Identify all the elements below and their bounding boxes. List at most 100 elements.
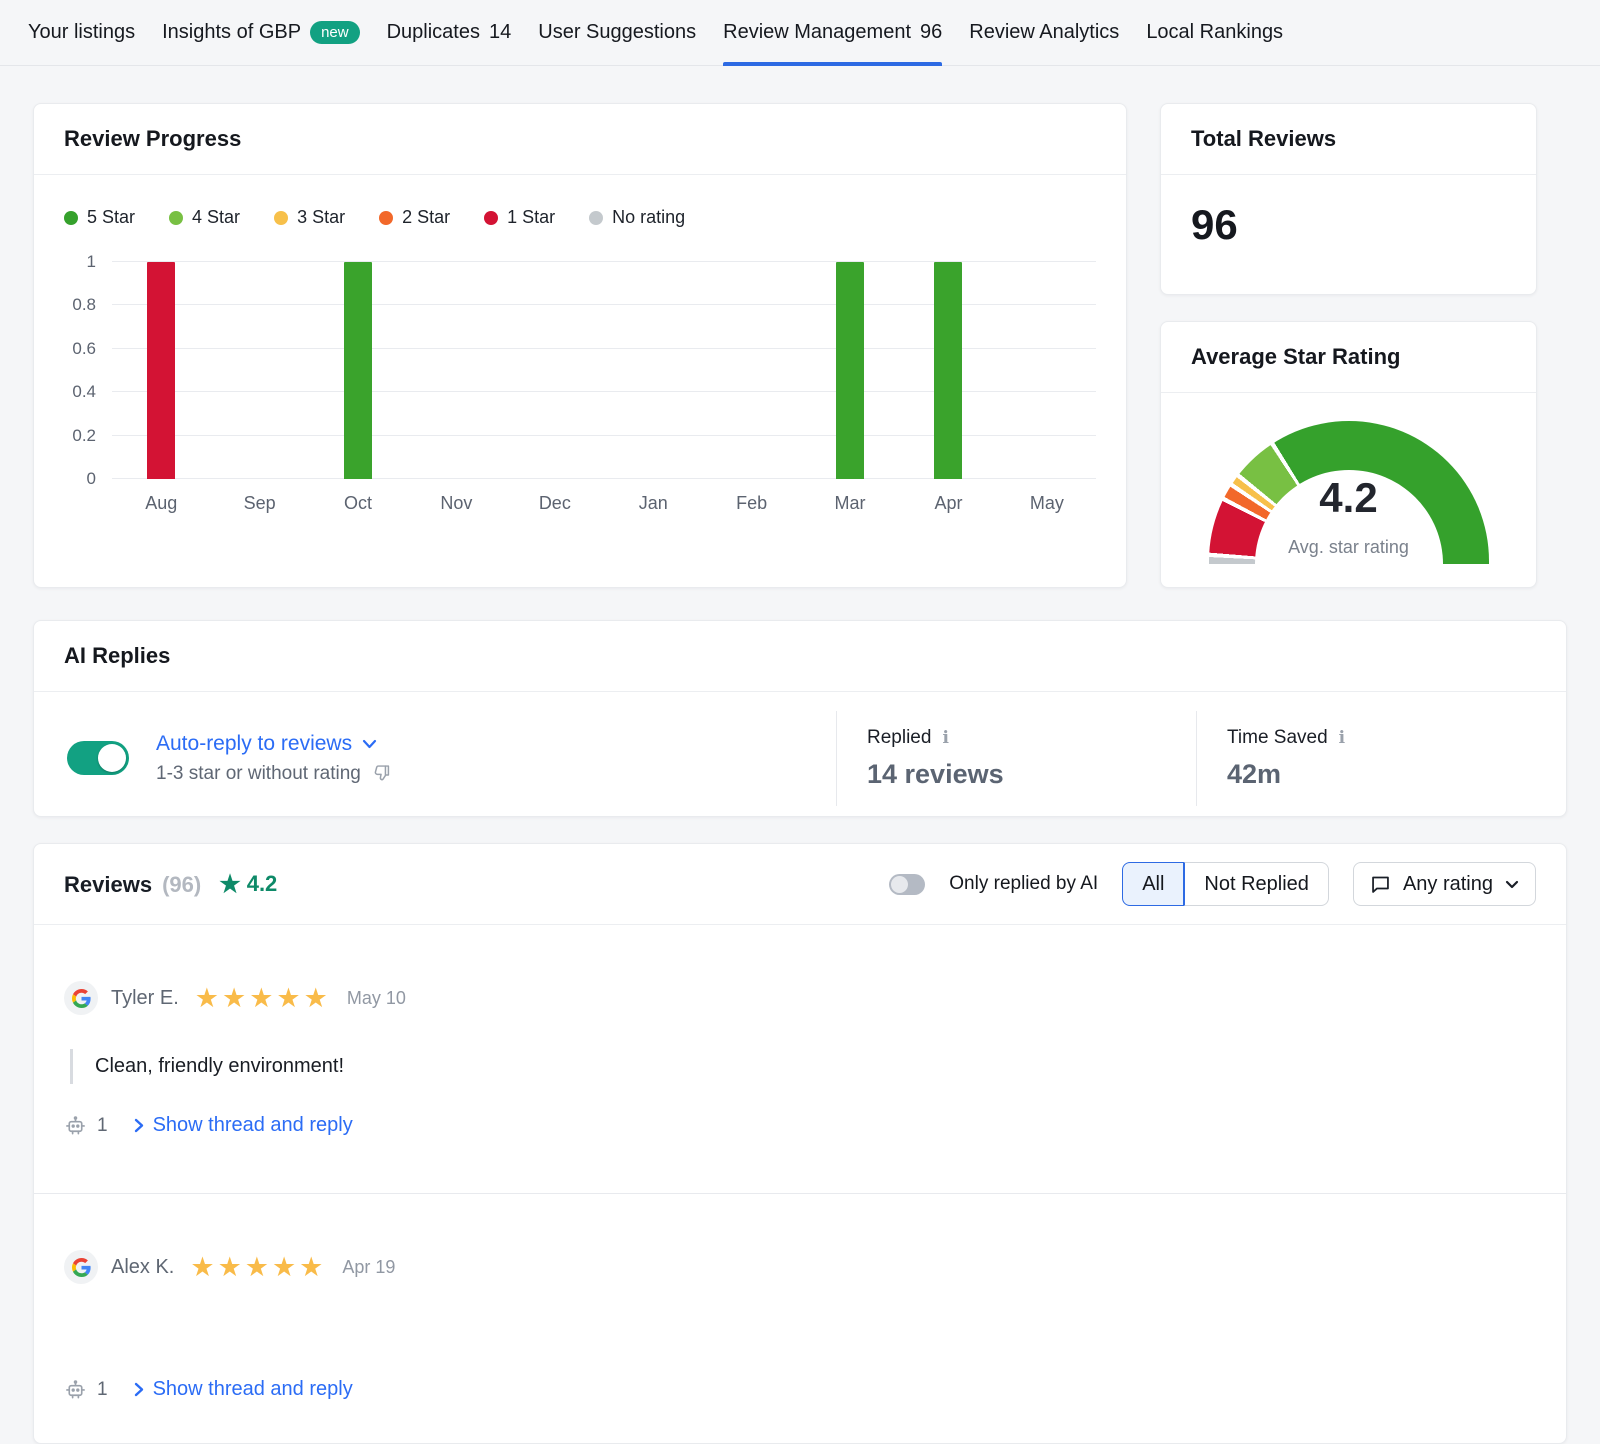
auto-reply-dropdown[interactable]: Auto-reply to reviews bbox=[156, 732, 392, 756]
review-progress-chart: 00.20.40.60.81 AugSepOctNovDecJanFebMarA… bbox=[34, 228, 1126, 514]
show-thread-link[interactable]: Show thread and reply bbox=[134, 1114, 353, 1137]
star-icon: ★ bbox=[219, 870, 241, 899]
legend-item-2-star[interactable]: 2 Star bbox=[379, 207, 450, 228]
legend-dot bbox=[169, 211, 183, 225]
legend-label: No rating bbox=[612, 207, 685, 228]
only-replied-by-ai-label: Only replied by AI bbox=[949, 873, 1098, 895]
reviewer-name: Tyler E. bbox=[111, 987, 179, 1010]
legend-label: 2 Star bbox=[402, 207, 450, 228]
chevron-down-icon bbox=[1505, 880, 1519, 889]
legend-label: 5 Star bbox=[87, 207, 135, 228]
tab-label: Local Rankings bbox=[1146, 21, 1283, 44]
only-replied-by-ai-toggle[interactable] bbox=[889, 874, 925, 895]
tab-label: Insights of GBP bbox=[162, 21, 301, 44]
show-thread-link[interactable]: Show thread and reply bbox=[134, 1378, 353, 1401]
replied-stat: Replied i 14 reviews bbox=[836, 711, 1196, 806]
info-icon[interactable]: i bbox=[1339, 728, 1345, 748]
tab-review-management[interactable]: Review Management 96 bbox=[723, 0, 942, 65]
reviews-average: ★4.2 bbox=[219, 870, 277, 899]
rating-filter-label: Any rating bbox=[1403, 873, 1493, 896]
tab-label: Duplicates bbox=[387, 21, 480, 44]
review-progress-card: Review Progress 5 Star 4 Star 3 Star 2 S… bbox=[33, 103, 1127, 588]
filter-not-replied-button[interactable]: Not Replied bbox=[1184, 862, 1329, 906]
x-axis-label: Feb bbox=[702, 493, 800, 514]
show-thread-label: Show thread and reply bbox=[153, 1114, 353, 1137]
thumbs-down-icon bbox=[371, 763, 392, 784]
x-axis-label: Nov bbox=[407, 493, 505, 514]
legend-dot bbox=[379, 211, 393, 225]
tab-label: Review Analytics bbox=[969, 21, 1119, 44]
reviews-count: (96) bbox=[162, 872, 201, 898]
chevron-right-icon bbox=[134, 1382, 144, 1397]
reviewer-name: Alex K. bbox=[111, 1256, 174, 1279]
tab-review-analytics[interactable]: Review Analytics bbox=[969, 0, 1119, 65]
ai-reply-count: 1 bbox=[97, 1115, 108, 1137]
tab-insights-of-gbp[interactable]: Insights of GBP new bbox=[162, 0, 360, 65]
gauge-value: 4.2 bbox=[1209, 474, 1489, 522]
auto-reply-toggle[interactable] bbox=[67, 741, 129, 775]
avatar bbox=[64, 981, 98, 1015]
tab-local-rankings[interactable]: Local Rankings bbox=[1146, 0, 1283, 65]
chart-plot-area bbox=[112, 262, 1096, 479]
tab-label: User Suggestions bbox=[538, 21, 696, 44]
tab-count: 14 bbox=[489, 21, 511, 44]
legend-item-3-star[interactable]: 3 Star bbox=[274, 207, 345, 228]
avatar bbox=[64, 1250, 98, 1284]
tab-duplicates[interactable]: Duplicates 14 bbox=[387, 0, 512, 65]
gauge-caption: Avg. star rating bbox=[1209, 537, 1489, 558]
chart-bar-oct bbox=[344, 262, 372, 479]
legend-label: 4 Star bbox=[192, 207, 240, 228]
reviews-card: Reviews (96) ★4.2 Only replied by AI All… bbox=[33, 843, 1567, 1444]
top-tab-bar: Your listings Insights of GBP new Duplic… bbox=[0, 0, 1600, 66]
x-axis-label: Jan bbox=[604, 493, 702, 514]
google-icon bbox=[72, 1258, 91, 1277]
tab-your-listings[interactable]: Your listings bbox=[28, 0, 135, 65]
new-badge: new bbox=[310, 21, 360, 44]
review-date: May 10 bbox=[347, 988, 406, 1009]
rating-filter-dropdown[interactable]: Any rating bbox=[1353, 862, 1536, 906]
tab-label: Review Management bbox=[723, 21, 911, 44]
reviews-average-value: 4.2 bbox=[247, 871, 278, 897]
chart-bar-mar bbox=[836, 262, 864, 479]
tab-user-suggestions[interactable]: User Suggestions bbox=[538, 0, 696, 65]
total-reviews-card: Total Reviews 96 bbox=[1160, 103, 1537, 295]
average-rating-gauge: 4.2 Avg. star rating bbox=[1209, 421, 1489, 564]
chart-legend: 5 Star 4 Star 3 Star 2 Star 1 Star No ra… bbox=[34, 175, 1126, 228]
ai-replies-card: AI Replies Auto-reply to reviews 1-3 sta… bbox=[33, 620, 1567, 817]
info-icon[interactable]: i bbox=[942, 728, 948, 748]
legend-item-5-star[interactable]: 5 Star bbox=[64, 207, 135, 228]
empty-review-text-spacer bbox=[64, 1284, 1536, 1348]
x-axis-label: Aug bbox=[112, 493, 210, 514]
chevron-down-icon bbox=[362, 739, 377, 749]
chat-bubble-icon bbox=[1370, 874, 1391, 895]
time-saved-label: Time Saved bbox=[1227, 727, 1328, 749]
time-saved-value: 42m bbox=[1227, 759, 1556, 790]
reviews-title: Reviews (96) ★4.2 bbox=[64, 870, 277, 899]
tab-count: 96 bbox=[920, 21, 942, 44]
chart-x-axis: AugSepOctNovDecJanFebMarAprMay bbox=[112, 493, 1096, 514]
legend-item-4-star[interactable]: 4 Star bbox=[169, 207, 240, 228]
x-axis-label: May bbox=[998, 493, 1096, 514]
x-axis-label: Apr bbox=[899, 493, 997, 514]
review-text: Clean, friendly environment! bbox=[70, 1049, 1536, 1084]
replied-value: 14 reviews bbox=[867, 759, 1196, 790]
auto-reply-condition: 1-3 star or without rating bbox=[156, 763, 361, 785]
replied-label: Replied bbox=[867, 727, 931, 749]
review-item: Alex K. ★★★★★ Apr 19 1 Show thread and r… bbox=[34, 1193, 1566, 1441]
toggle-knob bbox=[891, 876, 908, 893]
legend-item-1-star[interactable]: 1 Star bbox=[484, 207, 555, 228]
legend-label: 1 Star bbox=[507, 207, 555, 228]
legend-dot bbox=[589, 211, 603, 225]
robot-icon bbox=[64, 1114, 87, 1137]
legend-item-no-rating[interactable]: No rating bbox=[589, 207, 685, 228]
review-item: Tyler E. ★★★★★ May 10 Clean, friendly en… bbox=[34, 925, 1566, 1193]
review-stars: ★★★★★ bbox=[195, 985, 331, 1012]
toggle-knob bbox=[98, 744, 126, 772]
legend-dot bbox=[484, 211, 498, 225]
tab-label: Your listings bbox=[28, 21, 135, 44]
x-axis-label: Oct bbox=[309, 493, 407, 514]
ai-replies-title: AI Replies bbox=[34, 621, 1566, 692]
review-progress-title: Review Progress bbox=[34, 104, 1126, 175]
average-star-rating-card: Average Star Rating 4.2 Avg. star rating bbox=[1160, 321, 1537, 588]
filter-all-button[interactable]: All bbox=[1122, 862, 1184, 906]
